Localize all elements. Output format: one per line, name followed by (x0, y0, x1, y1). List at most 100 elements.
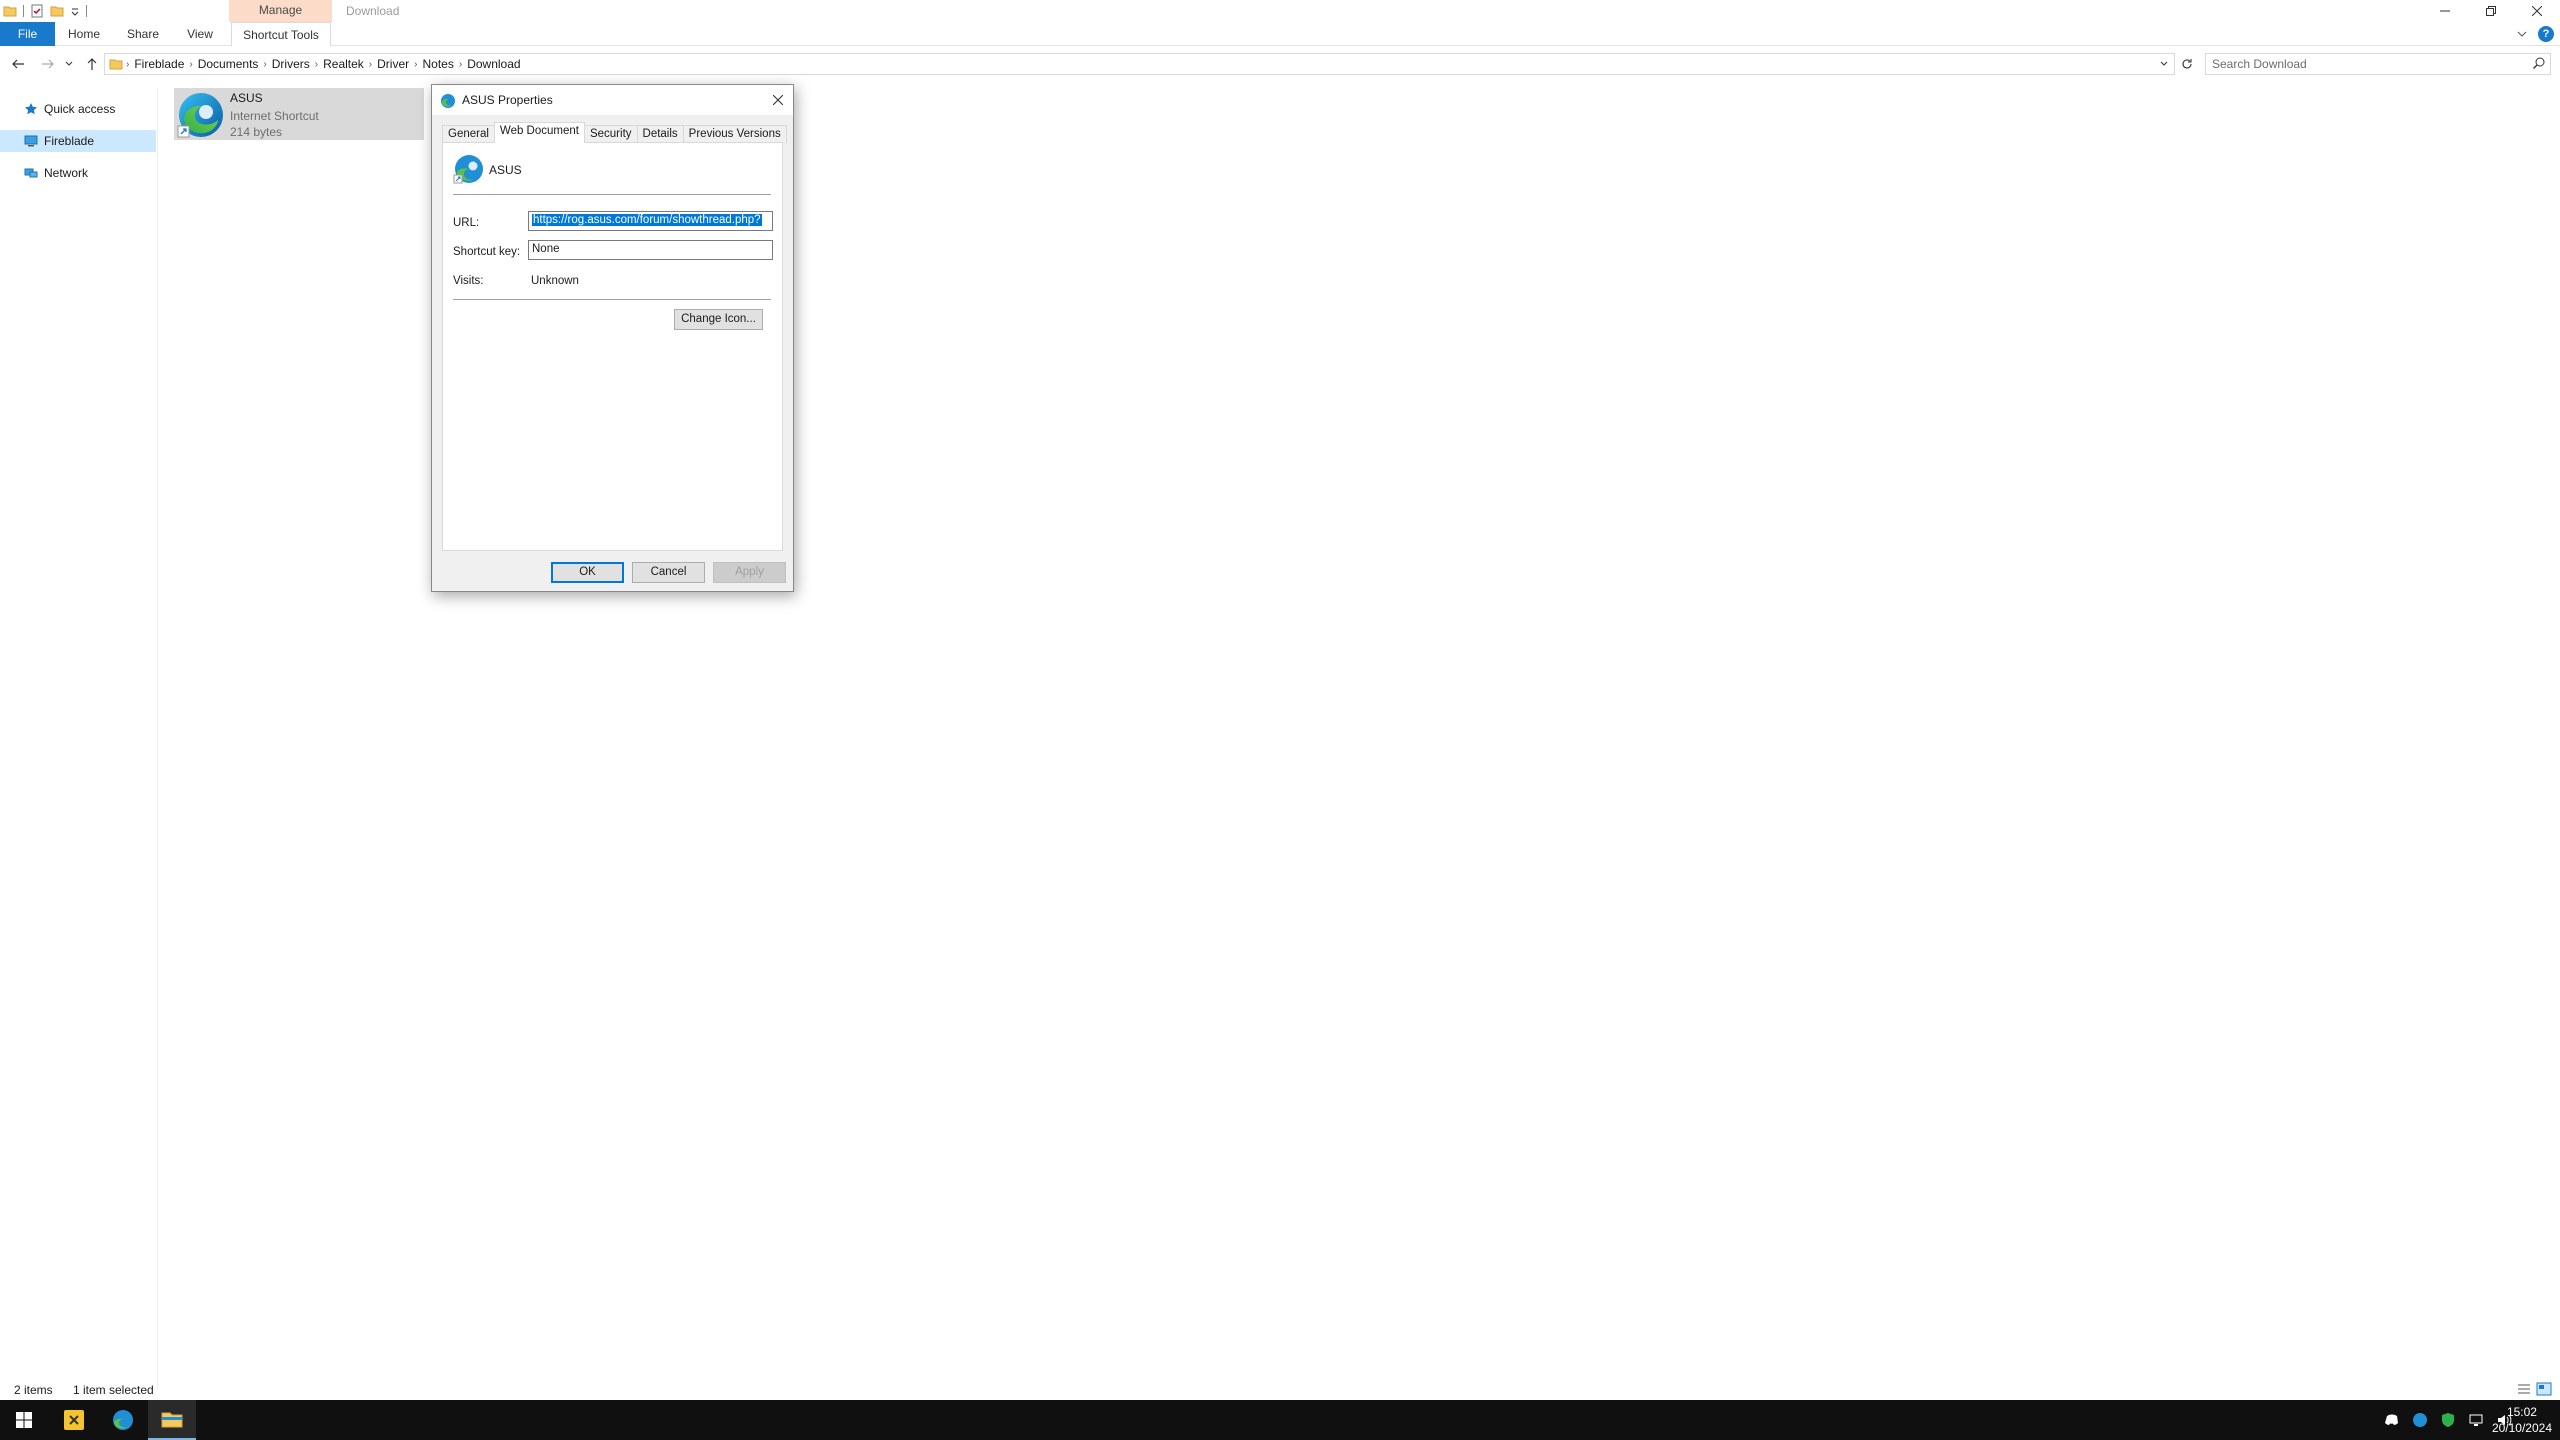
tab-details[interactable]: Details (636, 125, 684, 143)
refresh-icon (2182, 59, 2192, 69)
sidebar-item-label: Quick access (44, 102, 116, 116)
ribbon-right-controls: ? (2516, 24, 2554, 44)
search-icon (2533, 57, 2545, 69)
up-button[interactable] (82, 54, 102, 74)
visits-label: Visits: (453, 275, 484, 287)
discord-icon[interactable] (2384, 1412, 2400, 1428)
restore-button[interactable] (2468, 0, 2514, 22)
address-bar[interactable]: › Fireblade › Documents › Drivers › Real… (104, 53, 2175, 75)
tab-file[interactable]: File (0, 22, 55, 46)
forward-arrow-icon (42, 59, 54, 69)
tab-general[interactable]: General (442, 125, 495, 143)
tab-view[interactable]: View (186, 22, 214, 46)
chevron-down-icon (65, 61, 73, 66)
close-icon (2532, 6, 2542, 16)
sidebar-item-network[interactable]: Network (0, 162, 156, 184)
computer-icon (24, 135, 38, 147)
expand-ribbon-icon[interactable] (2516, 28, 2528, 40)
dialog-close-button[interactable] (767, 89, 789, 111)
taskbar-app-pinned[interactable] (50, 1400, 98, 1440)
file-item-asus[interactable]: ASUS Internet Shortcut 214 bytes (174, 88, 424, 140)
customize-qat-icon[interactable] (70, 4, 80, 18)
search-input[interactable] (2206, 54, 2506, 74)
cancel-button[interactable]: Cancel (632, 562, 705, 583)
folder-icon (109, 59, 123, 70)
taskbar-edge[interactable] (99, 1400, 147, 1440)
selection-count: 1 item selected (73, 1383, 154, 1397)
edge-shortcut-icon (453, 155, 483, 184)
folder-icon (161, 1412, 183, 1428)
restore-icon (2486, 6, 2496, 16)
tab-web-document[interactable]: Web Document (493, 122, 585, 143)
sidebar-item-fireblade[interactable]: Fireblade (0, 130, 156, 152)
security-icon[interactable] (2440, 1412, 2456, 1428)
large-icons-view-icon[interactable] (2536, 1382, 2552, 1396)
details-view-icon[interactable] (2516, 1382, 2532, 1396)
web-document-panel: ASUS URL: https://rog.asus.com/forum/sho… (442, 142, 783, 551)
close-icon (773, 95, 783, 105)
tab-security[interactable]: Security (583, 125, 638, 143)
shortcut-key-label: Shortcut key: (453, 246, 521, 258)
edge-icon (113, 1410, 133, 1430)
minimize-icon (2440, 10, 2450, 12)
visits-value: Unknown (531, 275, 579, 287)
folder-icon (3, 6, 17, 17)
breadcrumb-realtek[interactable]: Realtek (318, 57, 369, 71)
back-button[interactable] (8, 54, 28, 74)
item-count: 2 items (14, 1383, 53, 1397)
file-size: 214 bytes (230, 125, 283, 139)
close-window-button[interactable] (2514, 0, 2560, 22)
tab-previous-versions[interactable]: Previous Versions (682, 125, 787, 143)
breadcrumb-driver[interactable]: Driver (372, 57, 414, 71)
properties-dialog: ASUS Properties General Web Document Sec… (431, 84, 794, 592)
edge-tray-icon[interactable] (2412, 1412, 2428, 1428)
breadcrumb-notes[interactable]: Notes (417, 57, 458, 71)
address-history-button[interactable] (2156, 56, 2172, 72)
minimize-button[interactable] (2422, 0, 2468, 22)
up-arrow-icon (87, 58, 97, 70)
window-title: Download (346, 4, 400, 18)
refresh-button[interactable] (2176, 53, 2198, 75)
status-bar: 2 items 1 item selected (0, 1380, 2560, 1400)
url-value: https://rog.asus.com/forum/showthread.ph… (532, 214, 762, 226)
window-controls (2422, 0, 2560, 22)
windows-logo-icon (16, 1412, 32, 1428)
sidebar-item-label: Fireblade (44, 134, 95, 148)
navigation-pane: Quick access Fireblade Network (0, 88, 158, 1390)
dialog-title: ASUS Properties (462, 93, 553, 107)
new-folder-icon[interactable] (50, 4, 64, 18)
tab-shortcut-tools[interactable]: Shortcut Tools (231, 22, 331, 46)
url-field[interactable]: https://rog.asus.com/forum/showthread.ph… (528, 211, 773, 231)
properties-icon[interactable] (30, 4, 44, 18)
network-tray-icon[interactable] (2468, 1412, 2484, 1428)
change-icon-button[interactable]: Change Icon... (674, 309, 763, 330)
forward-button[interactable] (38, 54, 58, 74)
tab-share[interactable]: Share (127, 22, 159, 46)
start-button[interactable] (0, 1400, 48, 1440)
breadcrumb-fireblade[interactable]: Fireblade (129, 57, 189, 71)
clock-time: 15:02 (2506, 1405, 2537, 1419)
file-name: ASUS (230, 91, 263, 105)
recent-locations-button[interactable] (62, 54, 76, 74)
network-icon (24, 168, 38, 178)
edge-icon (441, 94, 455, 108)
manage-context-tab[interactable]: Manage (229, 0, 332, 22)
breadcrumb-documents[interactable]: Documents (193, 57, 264, 71)
edge-shortcut-icon (177, 93, 223, 138)
breadcrumb-drivers[interactable]: Drivers (267, 57, 315, 71)
search-box[interactable] (2205, 53, 2551, 75)
shortcut-key-field[interactable]: None (528, 240, 773, 260)
ok-button[interactable]: OK (551, 562, 624, 583)
app-icon (64, 1410, 84, 1430)
title-bar: Manage Download (0, 0, 2560, 22)
taskbar-file-explorer[interactable] (148, 1400, 196, 1440)
breadcrumb-download[interactable]: Download (462, 57, 525, 71)
clock[interactable]: 15:02 20/10/2024 (2492, 1404, 2552, 1436)
tab-home[interactable]: Home (68, 22, 100, 46)
quick-access-toolbar (0, 2, 87, 20)
sidebar-item-quick-access[interactable]: Quick access (0, 98, 156, 120)
apply-button[interactable]: Apply (713, 562, 786, 583)
sidebar-item-label: Network (44, 166, 89, 180)
help-icon[interactable]: ? (2538, 26, 2554, 42)
chevron-down-icon (2160, 61, 2168, 66)
